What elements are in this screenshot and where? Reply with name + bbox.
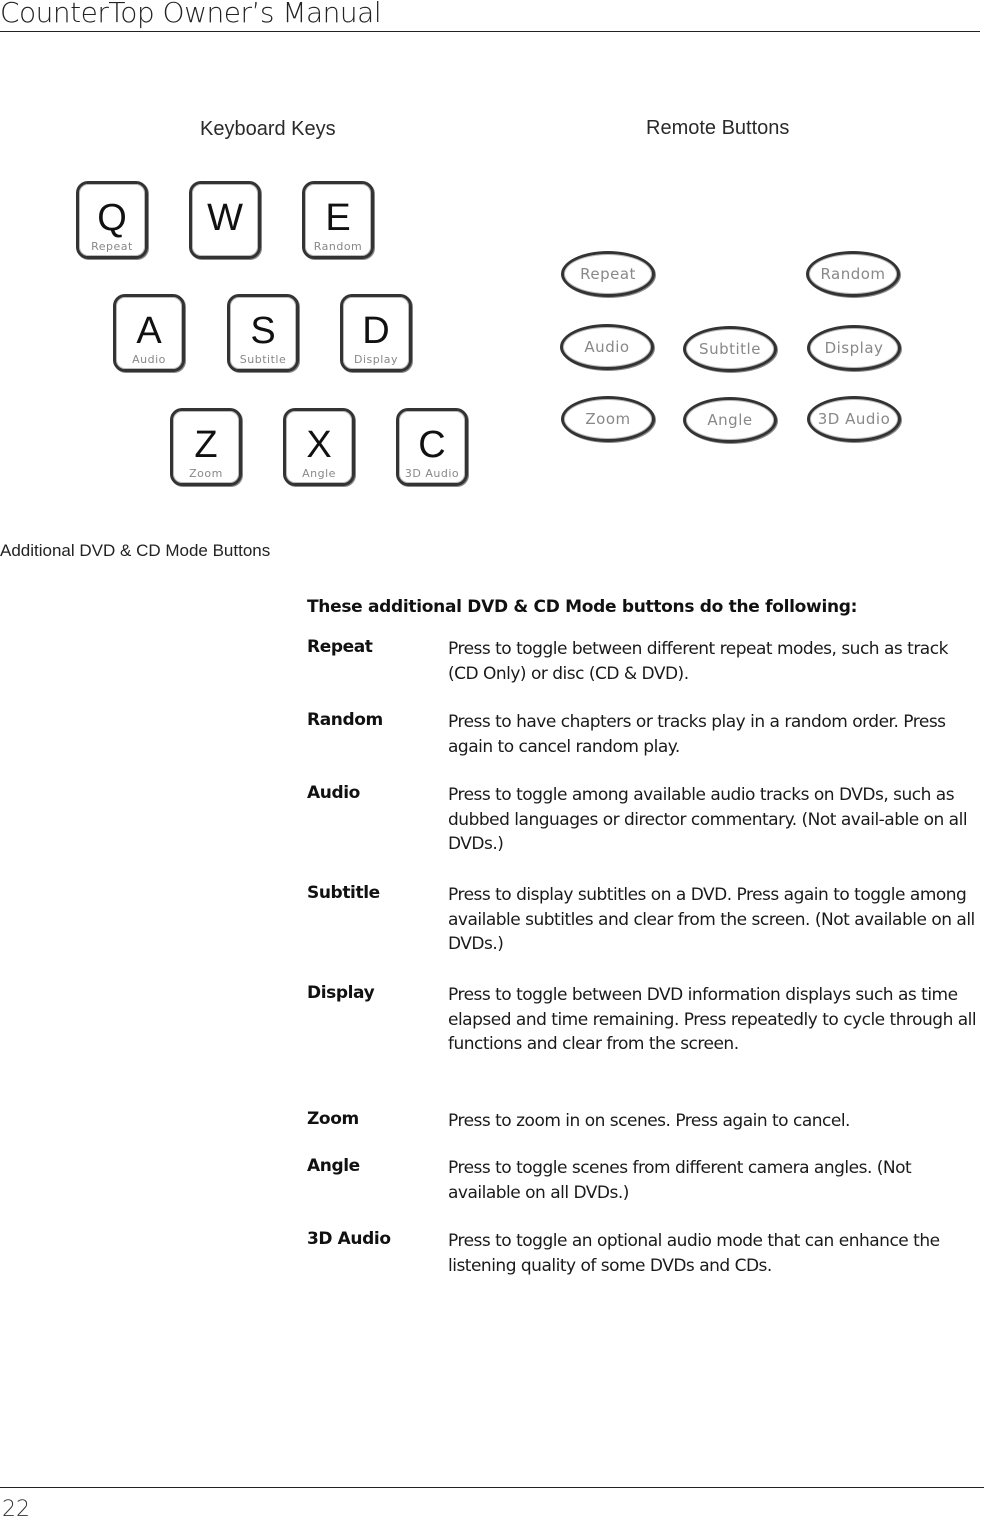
key-letter: D (362, 310, 390, 352)
entry-term: 3D Audio (307, 1229, 391, 1249)
entry-description: Press to display subtitles on a DVD. Pre… (448, 885, 975, 954)
key-s: S Subtitle (227, 294, 299, 372)
key-d: D Display (340, 294, 412, 372)
remote-button-subtitle: Subtitle (683, 326, 777, 372)
key-function-label: Subtitle (239, 353, 287, 366)
key-w: W (189, 181, 261, 259)
entry-description: Press to toggle between DVD information … (448, 985, 977, 1054)
entry-description: Press to toggle scenes from different ca… (448, 1158, 912, 1203)
entry-term: Angle (307, 1156, 360, 1176)
key-function-label: Display (353, 353, 399, 366)
key-letter: A (136, 310, 162, 352)
key-letter: W (207, 197, 243, 239)
key-letter: C (418, 424, 446, 466)
entry-description: Press to toggle between different repeat… (448, 639, 948, 684)
key-x: X Angle (283, 408, 355, 486)
entry-term: Repeat (307, 637, 373, 657)
manual-title: CounterTop Owner’s Manual (0, 0, 382, 29)
key-function-label: Audio (132, 353, 166, 366)
key-letter: Q (97, 197, 127, 239)
remote-button-angle: Angle (683, 397, 777, 443)
header-divider (0, 31, 980, 32)
key-function-label: Repeat (91, 240, 133, 253)
entry-description: Press to zoom in on scenes. Press again … (448, 1111, 850, 1131)
entry-term: Subtitle (307, 883, 380, 903)
key-letter: S (250, 310, 276, 352)
key-function-label: Random (313, 240, 363, 253)
remote-button-3d-audio: 3D Audio (807, 396, 901, 442)
key-c: C 3D Audio (396, 408, 468, 486)
key-function-label: Angle (302, 467, 336, 480)
remote-button-display: Display (807, 325, 901, 371)
remote-button-audio: Audio (560, 324, 654, 370)
key-a: A Audio (113, 294, 185, 372)
key-letter: Z (194, 424, 218, 466)
key-letter: E (325, 197, 351, 239)
intro-heading: These additional DVD & CD Mode buttons d… (307, 597, 858, 617)
key-function-label: Zoom (189, 467, 223, 480)
footer-divider (0, 1487, 984, 1488)
entry-description: Press to have chapters or tracks play in… (448, 712, 946, 757)
remote-buttons-heading: Remote Buttons (646, 117, 790, 139)
entry-term: Audio (307, 783, 360, 803)
remote-button-zoom: Zoom (561, 396, 655, 442)
key-function-label: 3D Audio (404, 467, 460, 480)
page-number: 22 (2, 1497, 30, 1522)
entry-description: Press to toggle among available audio tr… (448, 785, 968, 854)
entry-term: Random (307, 710, 383, 730)
figure-caption: Additional DVD & CD Mode Buttons (0, 541, 271, 560)
entry-description: Press to toggle an optional audio mode t… (448, 1231, 940, 1276)
key-letter: X (306, 424, 332, 466)
entry-term: Display (307, 983, 375, 1003)
remote-button-random: Random (806, 251, 900, 297)
keyboard-keys-heading: Keyboard Keys (200, 118, 336, 140)
key-z: Z Zoom (170, 408, 242, 486)
remote-button-repeat: Repeat (561, 251, 655, 297)
entry-term: Zoom (307, 1109, 359, 1129)
key-e: E Random (302, 181, 374, 259)
key-q: Q Repeat (76, 181, 148, 259)
